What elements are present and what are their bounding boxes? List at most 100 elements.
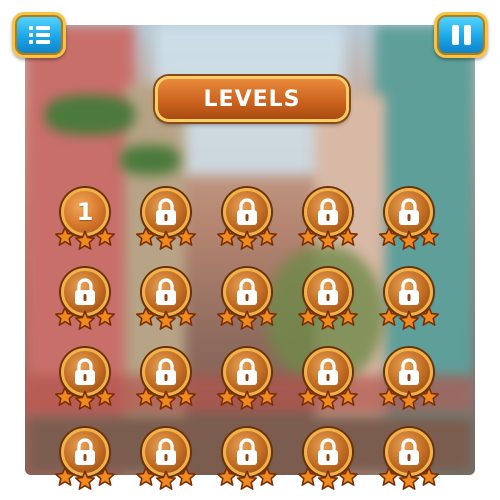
level-button-locked[interactable] — [131, 428, 201, 496]
star-icon — [156, 310, 176, 330]
level-stars — [293, 220, 363, 250]
level-stars — [374, 300, 444, 330]
level-button-locked[interactable] — [374, 268, 444, 336]
level-stars — [131, 460, 201, 490]
star-icon — [156, 470, 176, 490]
star-icon — [75, 470, 95, 490]
star-icon — [95, 226, 115, 246]
star-icon — [379, 386, 399, 406]
star-icon — [338, 386, 358, 406]
level-grid: 1 — [0, 0, 500, 500]
level-button-locked[interactable] — [50, 268, 120, 336]
star-icon — [136, 306, 156, 326]
level-button[interactable]: 1 — [50, 188, 120, 256]
star-icon — [257, 306, 277, 326]
star-icon — [419, 386, 439, 406]
level-stars — [50, 300, 120, 330]
level-button-locked[interactable] — [212, 348, 282, 416]
level-button-locked[interactable] — [212, 428, 282, 496]
star-icon — [298, 466, 318, 486]
star-icon — [176, 466, 196, 486]
star-icon — [298, 226, 318, 246]
star-icon — [136, 466, 156, 486]
star-icon — [217, 226, 237, 246]
star-icon — [419, 226, 439, 246]
star-icon — [379, 466, 399, 486]
star-icon — [257, 466, 277, 486]
star-icon — [95, 386, 115, 406]
level-button-locked[interactable] — [374, 428, 444, 496]
star-icon — [136, 226, 156, 246]
star-icon — [237, 230, 257, 250]
star-icon — [399, 390, 419, 410]
star-icon — [176, 226, 196, 246]
level-button-locked[interactable] — [374, 348, 444, 416]
level-button-locked[interactable] — [293, 428, 363, 496]
level-stars — [374, 460, 444, 490]
level-stars — [293, 460, 363, 490]
star-icon — [298, 386, 318, 406]
star-icon — [75, 390, 95, 410]
star-icon — [55, 306, 75, 326]
star-icon — [217, 386, 237, 406]
star-icon — [55, 386, 75, 406]
level-stars — [50, 460, 120, 490]
star-icon — [318, 390, 338, 410]
star-icon — [237, 310, 257, 330]
star-icon — [95, 466, 115, 486]
star-icon — [298, 306, 318, 326]
level-button-locked[interactable] — [293, 348, 363, 416]
star-icon — [55, 466, 75, 486]
level-stars — [131, 220, 201, 250]
level-button-locked[interactable] — [131, 348, 201, 416]
star-icon — [136, 386, 156, 406]
star-icon — [95, 306, 115, 326]
star-icon — [257, 226, 277, 246]
level-button-locked[interactable] — [212, 268, 282, 336]
level-button-locked[interactable] — [293, 188, 363, 256]
level-stars — [212, 300, 282, 330]
level-stars — [293, 380, 363, 410]
star-icon — [55, 226, 75, 246]
level-button-locked[interactable] — [131, 188, 201, 256]
star-icon — [257, 386, 277, 406]
star-icon — [338, 466, 358, 486]
level-button-locked[interactable] — [50, 348, 120, 416]
level-stars — [50, 220, 120, 250]
star-icon — [75, 310, 95, 330]
star-icon — [318, 470, 338, 490]
star-icon — [217, 466, 237, 486]
level-stars — [374, 220, 444, 250]
level-stars — [131, 380, 201, 410]
level-stars — [374, 380, 444, 410]
level-stars — [131, 300, 201, 330]
level-stars — [50, 380, 120, 410]
level-button-locked[interactable] — [374, 188, 444, 256]
star-icon — [379, 226, 399, 246]
star-icon — [156, 390, 176, 410]
star-icon — [237, 390, 257, 410]
level-stars — [212, 460, 282, 490]
star-icon — [176, 386, 196, 406]
star-icon — [419, 466, 439, 486]
star-icon — [156, 230, 176, 250]
star-icon — [419, 306, 439, 326]
star-icon — [176, 306, 196, 326]
star-icon — [75, 230, 95, 250]
star-icon — [399, 310, 419, 330]
level-stars — [293, 300, 363, 330]
star-icon — [399, 470, 419, 490]
level-button-locked[interactable] — [50, 428, 120, 496]
level-button-locked[interactable] — [212, 188, 282, 256]
level-stars — [212, 380, 282, 410]
star-icon — [399, 230, 419, 250]
level-stars — [212, 220, 282, 250]
star-icon — [338, 226, 358, 246]
star-icon — [318, 310, 338, 330]
star-icon — [338, 306, 358, 326]
star-icon — [318, 230, 338, 250]
level-button-locked[interactable] — [293, 268, 363, 336]
level-button-locked[interactable] — [131, 268, 201, 336]
star-icon — [217, 306, 237, 326]
star-icon — [237, 470, 257, 490]
